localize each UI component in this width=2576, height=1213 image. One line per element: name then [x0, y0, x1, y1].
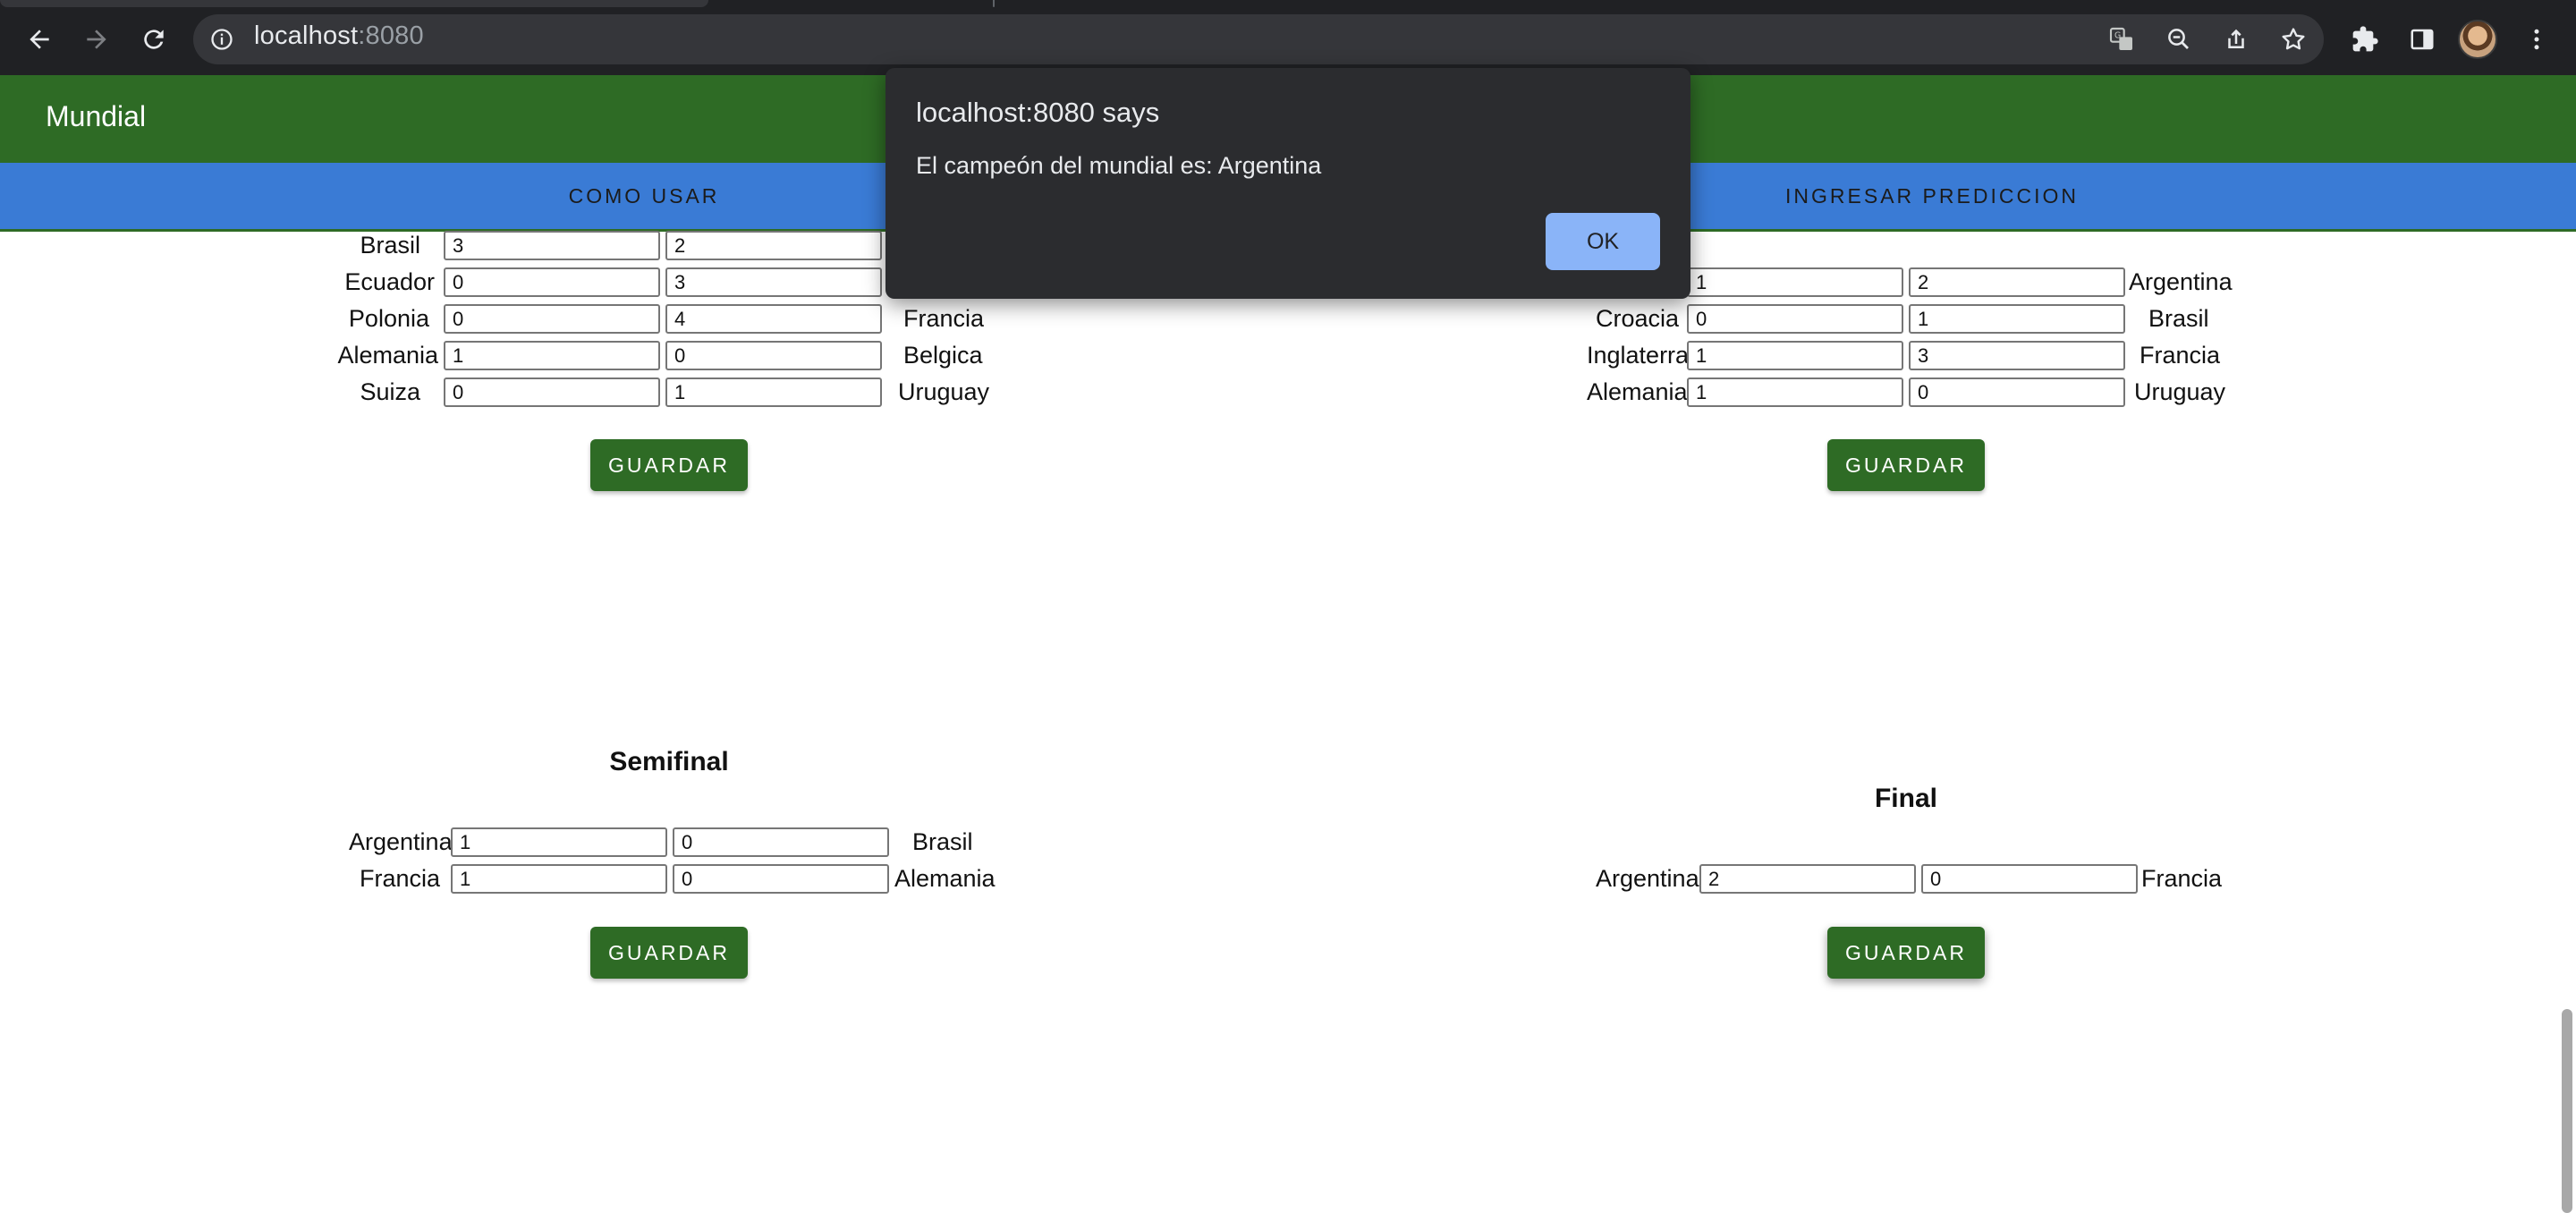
side-panel-button[interactable]: [2399, 16, 2445, 63]
away-score-input[interactable]: [665, 231, 882, 260]
away-team: Argentina: [2129, 268, 2233, 295]
forward-button[interactable]: [73, 16, 120, 63]
match-row: Argentina Brasil: [0, 826, 1073, 858]
away-score-input[interactable]: [1921, 864, 2138, 894]
forward-arrow-icon: [87, 30, 106, 49]
match-row: Alemania Belgica: [0, 339, 1073, 371]
away-team: Francia: [903, 305, 985, 332]
browser-toolbar: localhost:8080 G: [0, 0, 2576, 75]
away-team: Francia: [2140, 342, 2221, 369]
zoom-button[interactable]: [2156, 16, 2202, 63]
info-icon[interactable]: [209, 27, 234, 52]
away-score-input[interactable]: [665, 304, 882, 334]
extensions-button[interactable]: [2342, 16, 2388, 63]
match-row: Francia Alemania: [0, 862, 1073, 895]
away-team: Brasil: [912, 828, 973, 855]
match-row: Suiza Uruguay: [0, 376, 1073, 408]
back-button[interactable]: [16, 16, 63, 63]
bookmark-button[interactable]: [2270, 16, 2317, 63]
match-row: Inglaterra Francia: [1288, 339, 2361, 371]
dialog-title: localhost:8080 says: [916, 97, 1160, 128]
save-button[interactable]: GUARDAR: [1827, 439, 1985, 491]
home-score-input[interactable]: [451, 827, 667, 857]
semifinal-title: Semifinal: [609, 747, 729, 776]
url-port: :8080: [358, 21, 424, 50]
away-team: Francia: [2141, 865, 2223, 892]
away-score-input[interactable]: [673, 864, 889, 894]
away-score-input[interactable]: [1909, 377, 2125, 407]
home-team: Alemania: [1587, 378, 1688, 405]
home-score-input[interactable]: [451, 864, 667, 894]
home-score-input[interactable]: [444, 304, 660, 334]
home-team: Brasil: [360, 232, 420, 259]
away-team: Belgica: [903, 342, 983, 369]
home-team: Suiza: [360, 378, 420, 405]
away-score-input[interactable]: [1909, 341, 2125, 370]
translate-icon: G: [2109, 27, 2132, 50]
home-score-input[interactable]: [444, 267, 660, 297]
home-team: Ecuador: [344, 268, 435, 295]
match-row: Alemania Uruguay: [1288, 376, 2361, 408]
ok-button[interactable]: OK: [1546, 213, 1660, 270]
tab-divider: [993, 0, 995, 7]
reload-button[interactable]: [131, 16, 177, 63]
browser-menu-button[interactable]: [2513, 16, 2560, 63]
profile-avatar[interactable]: [2458, 20, 2497, 59]
home-score-input[interactable]: [1687, 377, 1903, 407]
menu-dots-icon: [2534, 29, 2539, 50]
save-button[interactable]: GUARDAR: [590, 927, 748, 979]
url-host: localhost: [254, 21, 359, 50]
home-team: Francia: [360, 865, 441, 892]
away-score-input[interactable]: [673, 827, 889, 857]
address-bar[interactable]: [193, 14, 2324, 64]
home-score-input[interactable]: [1699, 864, 1916, 894]
bookmark-star-icon: [2282, 28, 2305, 50]
home-team: Croacia: [1596, 305, 1680, 332]
away-score-input[interactable]: [1909, 304, 2125, 334]
home-score-input[interactable]: [1687, 267, 1903, 297]
home-team: Alemania: [337, 342, 438, 369]
app-title: Mundial: [46, 100, 147, 132]
away-score-input[interactable]: [665, 267, 882, 297]
svg-text:G: G: [2114, 31, 2121, 41]
save-button[interactable]: GUARDAR: [590, 439, 748, 491]
home-score-input[interactable]: [444, 377, 660, 407]
back-arrow-icon: [30, 30, 49, 49]
translate-button[interactable]: G: [2098, 16, 2145, 63]
home-score-input[interactable]: [1687, 341, 1903, 370]
home-score-input[interactable]: [444, 341, 660, 370]
save-button[interactable]: GUARDAR: [1827, 927, 1985, 979]
alert-dialog: localhost:8080 says El campeón del mundi…: [886, 68, 1690, 299]
share-button[interactable]: [2213, 16, 2259, 63]
extensions-icon: [2352, 26, 2378, 52]
home-team: Polonia: [348, 305, 429, 332]
match-row: Croacia Brasil: [1288, 302, 2361, 335]
scrollbar-thumb[interactable]: [2562, 1009, 2572, 1213]
home-team: Inglaterra: [1587, 342, 1690, 369]
away-score-input[interactable]: [1909, 267, 2125, 297]
away-score-input[interactable]: [665, 341, 882, 370]
dialog-message: El campeón del mundial es: Argentina: [916, 152, 1322, 179]
match-row: Argentina Francia: [1288, 862, 2361, 895]
away-score-input[interactable]: [665, 377, 882, 407]
side-panel-icon: [2411, 29, 2434, 50]
away-team: Alemania: [894, 865, 996, 892]
reload-icon: [144, 30, 164, 49]
home-score-input[interactable]: [1687, 304, 1903, 334]
home-score-input[interactable]: [444, 231, 660, 260]
share-icon: [2228, 29, 2244, 48]
match-row: Polonia Francia: [0, 302, 1073, 335]
browser-tab-edge[interactable]: [0, 0, 708, 7]
home-team: Argentina: [349, 828, 453, 855]
away-team: Uruguay: [898, 378, 990, 405]
final-title: Final: [1874, 784, 1937, 813]
home-team: Argentina: [1596, 865, 1699, 892]
zoom-out-icon: [2168, 29, 2189, 49]
url-text[interactable]: localhost:8080: [254, 21, 424, 51]
away-team: Uruguay: [2134, 378, 2226, 405]
away-team: Brasil: [2148, 305, 2209, 332]
